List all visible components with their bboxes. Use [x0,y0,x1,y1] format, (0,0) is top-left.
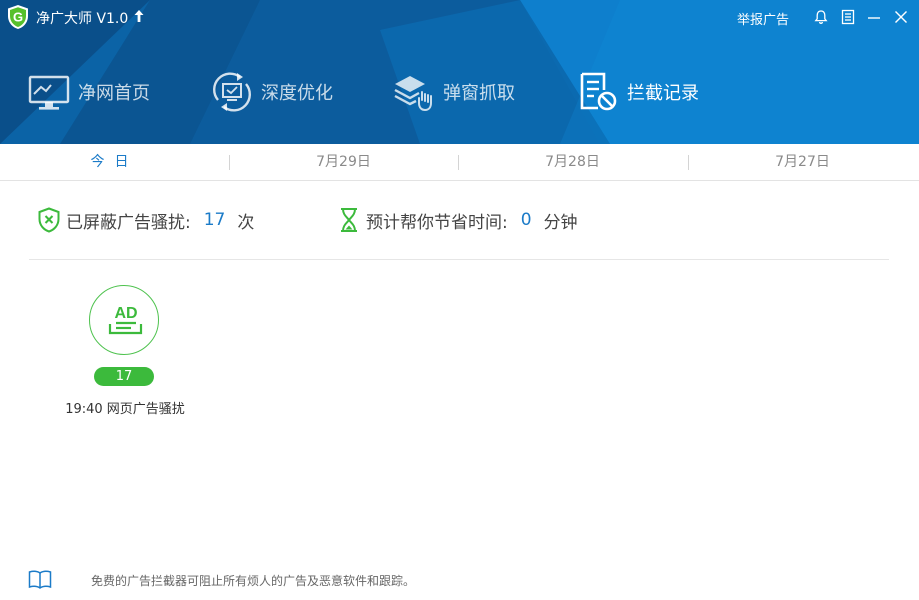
refresh-monitor-icon [213,72,251,112]
book-icon [28,570,52,589]
nav-item-home[interactable]: 净网首页 [27,62,150,122]
arrow-up-icon[interactable] [133,9,145,23]
record-count-badge: 17 [94,367,154,386]
main-nav: 净网首页 深度优化 弹窗抓取 拦截记录 [0,62,919,122]
blocked-list-icon [580,72,617,111]
bell-icon[interactable] [813,9,829,25]
blocked-unit: 次 [237,212,255,233]
nav-label-popup-capture: 弹窗抓取 [443,83,515,104]
blocked-count: 17 [203,210,226,230]
block-record-item[interactable]: AD 17 19:40 网页广告骚扰 [54,285,196,420]
svg-text:G: G [13,10,23,25]
app-title: 净广大师 V1.0 [36,11,129,27]
stats-divider [29,259,889,260]
ad-badge: AD [89,285,159,355]
tab-jul-28[interactable]: 7月28日 [458,144,687,180]
layers-hand-icon [394,76,432,112]
svg-text:AD: AD [114,305,137,322]
footer-tagline: 免费的广告拦截器可阻止所有烦人的广告及恶意软件和跟踪。 [91,574,416,588]
nav-item-optimize[interactable]: 深度优化 [210,62,333,122]
stats-bar: 已屏蔽广告骚扰: 17 次 预计帮你节省时间: 0 分钟 [0,181,919,259]
menu-icon[interactable] [840,9,856,25]
nav-label-optimize: 深度优化 [261,83,333,104]
nav-label-block-records: 拦截记录 [627,83,699,104]
nav-item-popup-capture[interactable]: 弹窗抓取 [392,62,515,122]
tab-jul-29[interactable]: 7月29日 [229,144,458,180]
blocked-stat: 已屏蔽广告骚扰: 17 次 [37,206,254,234]
saved-time-unit: 分钟 [543,212,578,233]
monitor-icon [28,75,70,110]
app-header: G 净广大师 V1.0 举报广告 净网首页 深度优化 弹窗抓取 拦截记录 [0,0,919,144]
saved-time-stat: 预计帮你节省时间: 0 分钟 [337,206,578,234]
saved-time-value: 0 [520,210,532,230]
tab-today[interactable]: 今日 [0,144,229,180]
footer: 免费的广告拦截器可阻止所有烦人的广告及恶意软件和跟踪。 [0,566,919,596]
ad-icon: AD [108,305,143,335]
nav-item-block-records[interactable]: 拦截记录 [576,62,699,122]
date-tabs: 今日 7月29日 7月28日 7月27日 [0,144,919,181]
hourglass-icon [341,208,357,232]
saved-time-label: 预计帮你节省时间: [366,212,508,233]
shield-logo-icon: G [8,5,28,29]
shield-x-icon [38,207,60,233]
minimize-icon[interactable] [866,9,882,25]
blocked-label: 已屏蔽广告骚扰: [66,212,191,233]
tab-jul-27[interactable]: 7月27日 [688,144,917,180]
nav-label-home: 净网首页 [78,83,150,104]
record-description: 19:40 网页广告骚扰 [65,402,185,417]
report-ad-link[interactable]: 举报广告 [737,9,789,28]
title-bar: G 净广大师 V1.0 举报广告 [0,0,919,34]
close-icon[interactable] [893,9,909,25]
